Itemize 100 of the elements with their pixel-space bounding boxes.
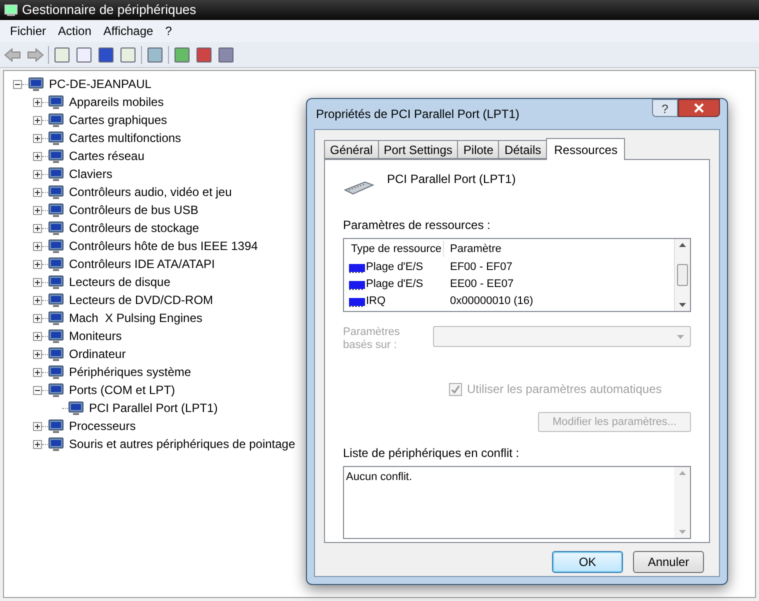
expand-icon[interactable]	[33, 314, 42, 322]
tree-item[interactable]: Contrôleurs hôte de bus IEEE 1394	[68, 237, 259, 255]
expand-icon[interactable]	[33, 170, 42, 178]
dialog-button[interactable]: Annuler	[633, 551, 704, 573]
back-arrow-icon[interactable]	[4, 46, 22, 62]
tab[interactable]: Port Settings	[378, 140, 458, 159]
tree-item[interactable]: Cartes multifonctions	[68, 129, 182, 147]
expand-icon[interactable]	[33, 206, 42, 214]
tree-item[interactable]: Lecteurs de disque	[68, 273, 172, 291]
chip-icon	[349, 262, 365, 272]
table-cell-text: EE00 - EE07	[449, 277, 514, 292]
expand-icon[interactable]	[33, 278, 42, 286]
tree-item[interactable]: Souris et autres périphériques de pointage	[68, 435, 296, 453]
device-icon	[48, 274, 64, 290]
scroll-down-arrow-icon[interactable]	[679, 303, 686, 307]
section-label: Paramètres de ressources :	[343, 217, 492, 234]
tree-item[interactable]: Claviers	[68, 165, 114, 183]
tree-item[interactable]: Ordinateur	[68, 345, 127, 363]
tree-item[interactable]: PC-DE-JEANPAUL	[48, 75, 152, 93]
tree-item[interactable]: Cartes graphiques	[68, 111, 168, 129]
table-cell-text: Plage d'E/S	[366, 260, 424, 276]
table-cell-text: IRQ	[366, 294, 386, 310]
close-button[interactable]	[678, 99, 720, 117]
tree-item[interactable]: Moniteurs	[68, 327, 123, 345]
tab[interactable]: Pilote	[457, 140, 500, 159]
tree-item[interactable]: Contrôleurs IDE ATA/ATAPI	[68, 255, 216, 273]
help-button[interactable]: ?	[652, 99, 678, 117]
scroll-thumb[interactable]	[677, 264, 688, 286]
device-icon	[28, 76, 44, 92]
device-name: PCI Parallel Port (LPT1)	[387, 171, 516, 188]
tab[interactable]: Ressources	[546, 138, 626, 160]
device-icon	[48, 364, 64, 380]
tab[interactable]: Général	[324, 140, 379, 159]
column-header[interactable]: Type de ressource	[344, 240, 444, 258]
tree-item[interactable]: Appareils mobiles	[68, 93, 165, 111]
dialog-button[interactable]: OK	[552, 551, 623, 573]
tree-item[interactable]: Processeurs	[68, 417, 137, 435]
table-cell-text: Plage d'E/S	[366, 277, 424, 292]
scroll-up-arrow-icon[interactable]	[679, 243, 686, 247]
device-icon	[48, 94, 64, 110]
device-icon	[48, 328, 64, 344]
chip-icon	[349, 296, 365, 306]
tree-item[interactable]: Mach X Pulsing Engines	[68, 309, 204, 327]
menu-item[interactable]: Fichier	[4, 22, 52, 40]
expand-icon[interactable]	[33, 350, 42, 358]
tree-item[interactable]: Contrôleurs audio, vidéo et jeu	[68, 183, 233, 201]
expand-icon[interactable]	[33, 152, 42, 160]
expand-icon[interactable]	[33, 242, 42, 250]
device-icon	[48, 292, 64, 308]
forward-arrow-icon[interactable]	[26, 46, 44, 62]
device-icon	[48, 112, 64, 128]
checkbox-label: Utiliser les paramètres automatiques	[467, 381, 662, 398]
close-icon	[694, 103, 704, 113]
expand-icon[interactable]	[33, 296, 42, 304]
device-icon	[48, 238, 64, 254]
scrollbar[interactable]	[674, 239, 690, 311]
menu-item[interactable]: Action	[52, 22, 98, 40]
tree-item[interactable]: Cartes réseau	[68, 147, 146, 165]
tree-item[interactable]: Périphériques système	[68, 363, 192, 381]
field-label: Paramètres	[343, 326, 401, 339]
device-icon	[48, 184, 64, 200]
field-label: basés sur :	[343, 339, 398, 352]
device-icon	[48, 202, 64, 218]
expand-icon[interactable]	[33, 98, 42, 106]
expand-icon[interactable]	[33, 422, 42, 430]
window-title: Gestionnaire de périphériques	[22, 1, 196, 20]
expand-icon[interactable]	[33, 440, 42, 448]
tab[interactable]: Détails	[498, 140, 548, 159]
tree-item[interactable]: Contrôleurs de stockage	[68, 219, 200, 237]
tree-item[interactable]: Lecteurs de DVD/CD-ROM	[68, 291, 214, 309]
chip-icon	[349, 280, 365, 290]
tree-item[interactable]: Contrôleurs de bus USB	[68, 201, 200, 219]
menu-item[interactable]: ?	[159, 22, 178, 40]
device-icon	[48, 166, 64, 182]
expand-icon[interactable]	[33, 116, 42, 124]
expand-icon[interactable]	[33, 188, 42, 196]
expand-icon[interactable]	[33, 134, 42, 142]
device-icon	[48, 436, 64, 452]
device-icon	[48, 346, 64, 362]
tree-item[interactable]: Ports (COM et LPT)	[68, 381, 176, 399]
device-icon	[48, 382, 64, 398]
expand-icon[interactable]	[33, 260, 42, 268]
device-icon	[48, 418, 64, 434]
table-cell-text: 0x00000010 (16)	[449, 294, 534, 310]
caret-icon	[677, 334, 684, 338]
dialog-title: Propriétés de PCI Parallel Port (LPT1)	[315, 106, 520, 123]
menu-item[interactable]: Affichage	[97, 22, 160, 40]
expand-icon[interactable]	[33, 332, 42, 340]
expand-icon[interactable]	[33, 224, 42, 232]
device-icon	[48, 220, 64, 236]
table-cell-text: EF00 - EF07	[449, 260, 512, 276]
tree-item[interactable]: PCI Parallel Port (LPT1)	[88, 399, 219, 417]
device-icon	[68, 400, 84, 416]
collapse-icon[interactable]	[13, 80, 22, 88]
conflicts-text: Aucun conflit.	[345, 470, 414, 485]
device-icon	[48, 310, 64, 326]
expand-icon[interactable]	[33, 368, 42, 376]
column-header[interactable]: Paramètre	[444, 240, 502, 258]
device-icon	[48, 148, 64, 164]
collapse-icon[interactable]	[33, 386, 42, 394]
